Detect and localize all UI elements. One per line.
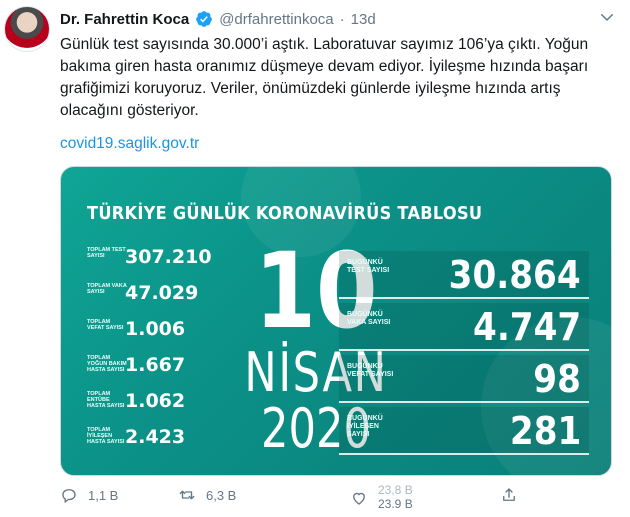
like-icon — [353, 492, 365, 505]
like-button[interactable]: 23,8 B 23.9 B — [350, 483, 413, 511]
tweet-link[interactable]: covid19.saglik.gov.tr — [60, 135, 199, 153]
total-row: TOPLAM VEFAT SAYISI 1.006 — [87, 315, 207, 351]
total-label: TOPLAM ENTÜBE HASTA SAYISI — [87, 391, 125, 409]
daily-value: 4.747 — [472, 305, 581, 349]
daily-label: BUGÜNKÜ VEFAT SAYISI — [347, 363, 394, 378]
tweet[interactable]: Dr. Fahrettin Koca @drfahrettinkoca · 13… — [0, 0, 630, 517]
avatar[interactable] — [4, 6, 50, 52]
daily-row: BUGÜNKÜ VEFAT SAYISI 98 — [339, 355, 589, 403]
chevron-down-icon[interactable] — [598, 8, 616, 26]
daily-label: BUGÜNKÜ İYİLEŞEN SAYISI — [347, 415, 383, 438]
total-label: TOPLAM YOĞUN BAKIM HASTA SAYISI — [87, 355, 127, 373]
tweet-header: Dr. Fahrettin Koca @drfahrettinkoca · 13… — [60, 8, 376, 30]
share-button[interactable] — [500, 486, 518, 504]
daily-list: BUGÜNKÜ TEST SAYISI 30.864 BUGÜNKÜ VAKA … — [339, 251, 589, 459]
total-value: 1.062 — [125, 390, 186, 412]
total-row: TOPLAM VAKA SAYISI 47.029 — [87, 279, 207, 315]
card-title: TÜRKİYE GÜNLÜK KORONAVİRÜS TABLOSU — [87, 203, 483, 224]
tweet-text: Günlük test sayısında 30.000’i aştık. La… — [60, 36, 589, 119]
total-value: 1.006 — [125, 318, 186, 340]
retweet-icon — [179, 490, 195, 500]
totals-list: TOPLAM TEST SAYISI 307.210 TOPLAM VAKA S… — [87, 243, 212, 459]
total-row: TOPLAM TEST SAYISI 307.210 — [87, 243, 212, 279]
total-label: TOPLAM İYİLEŞEN HASTA SAYISI — [87, 427, 125, 445]
tweet-image-card[interactable]: TÜRKİYE GÜNLÜK KORONAVİRÜS TABLOSU TOPLA… — [60, 166, 612, 476]
total-value: 47.029 — [125, 282, 199, 304]
daily-label: BUGÜNKÜ VAKA SAYISI — [347, 311, 391, 326]
total-value: 307.210 — [125, 246, 212, 268]
reply-icon — [62, 489, 76, 504]
author-handle[interactable]: @drfahrettinkoca — [219, 11, 333, 28]
daily-row: BUGÜNKÜ TEST SAYISI 30.864 — [339, 251, 589, 299]
retweet-count: 6,3 B — [206, 487, 237, 503]
total-row: TOPLAM İYİLEŞEN HASTA SAYISI 2.423 — [87, 423, 207, 459]
reply-button[interactable]: 1,1 B — [60, 486, 118, 504]
like-count: 23.9 B — [378, 497, 413, 511]
total-label: TOPLAM VEFAT SAYISI — [87, 319, 124, 331]
daily-row: BUGÜNKÜ VAKA SAYISI 4.747 — [339, 303, 589, 351]
daily-label: BUGÜNKÜ TEST SAYISI — [347, 259, 390, 274]
total-row: TOPLAM ENTÜBE HASTA SAYISI 1.062 — [87, 387, 207, 423]
share-icon — [503, 488, 515, 501]
verified-badge-icon — [195, 10, 213, 28]
total-value: 1.667 — [125, 354, 186, 376]
tweet-actions: 1,1 B 6,3 B 23,8 B 23.9 B — [60, 482, 520, 512]
retweet-button[interactable]: 6,3 B — [178, 486, 236, 504]
daily-value: 281 — [509, 409, 581, 453]
daily-row: BUGÜNKÜ İYİLEŞEN SAYISI 281 — [339, 407, 589, 455]
reply-count: 1,1 B — [88, 487, 119, 503]
daily-value: 30.864 — [449, 253, 581, 297]
total-value: 2.423 — [125, 426, 186, 448]
total-row: TOPLAM YOĞUN BAKIM HASTA SAYISI 1.667 — [87, 351, 207, 387]
total-label: TOPLAM TEST SAYISI — [87, 247, 126, 259]
like-count-previous: 23,8 B — [378, 483, 413, 497]
separator-dot: · — [339, 10, 345, 28]
tweet-timestamp[interactable]: 13d — [351, 11, 376, 28]
daily-value: 98 — [533, 357, 581, 401]
total-label: TOPLAM VAKA SAYISI — [87, 283, 127, 295]
author-name[interactable]: Dr. Fahrettin Koca — [60, 11, 189, 28]
like-count-animation: 23,8 B 23.9 B — [378, 483, 413, 511]
